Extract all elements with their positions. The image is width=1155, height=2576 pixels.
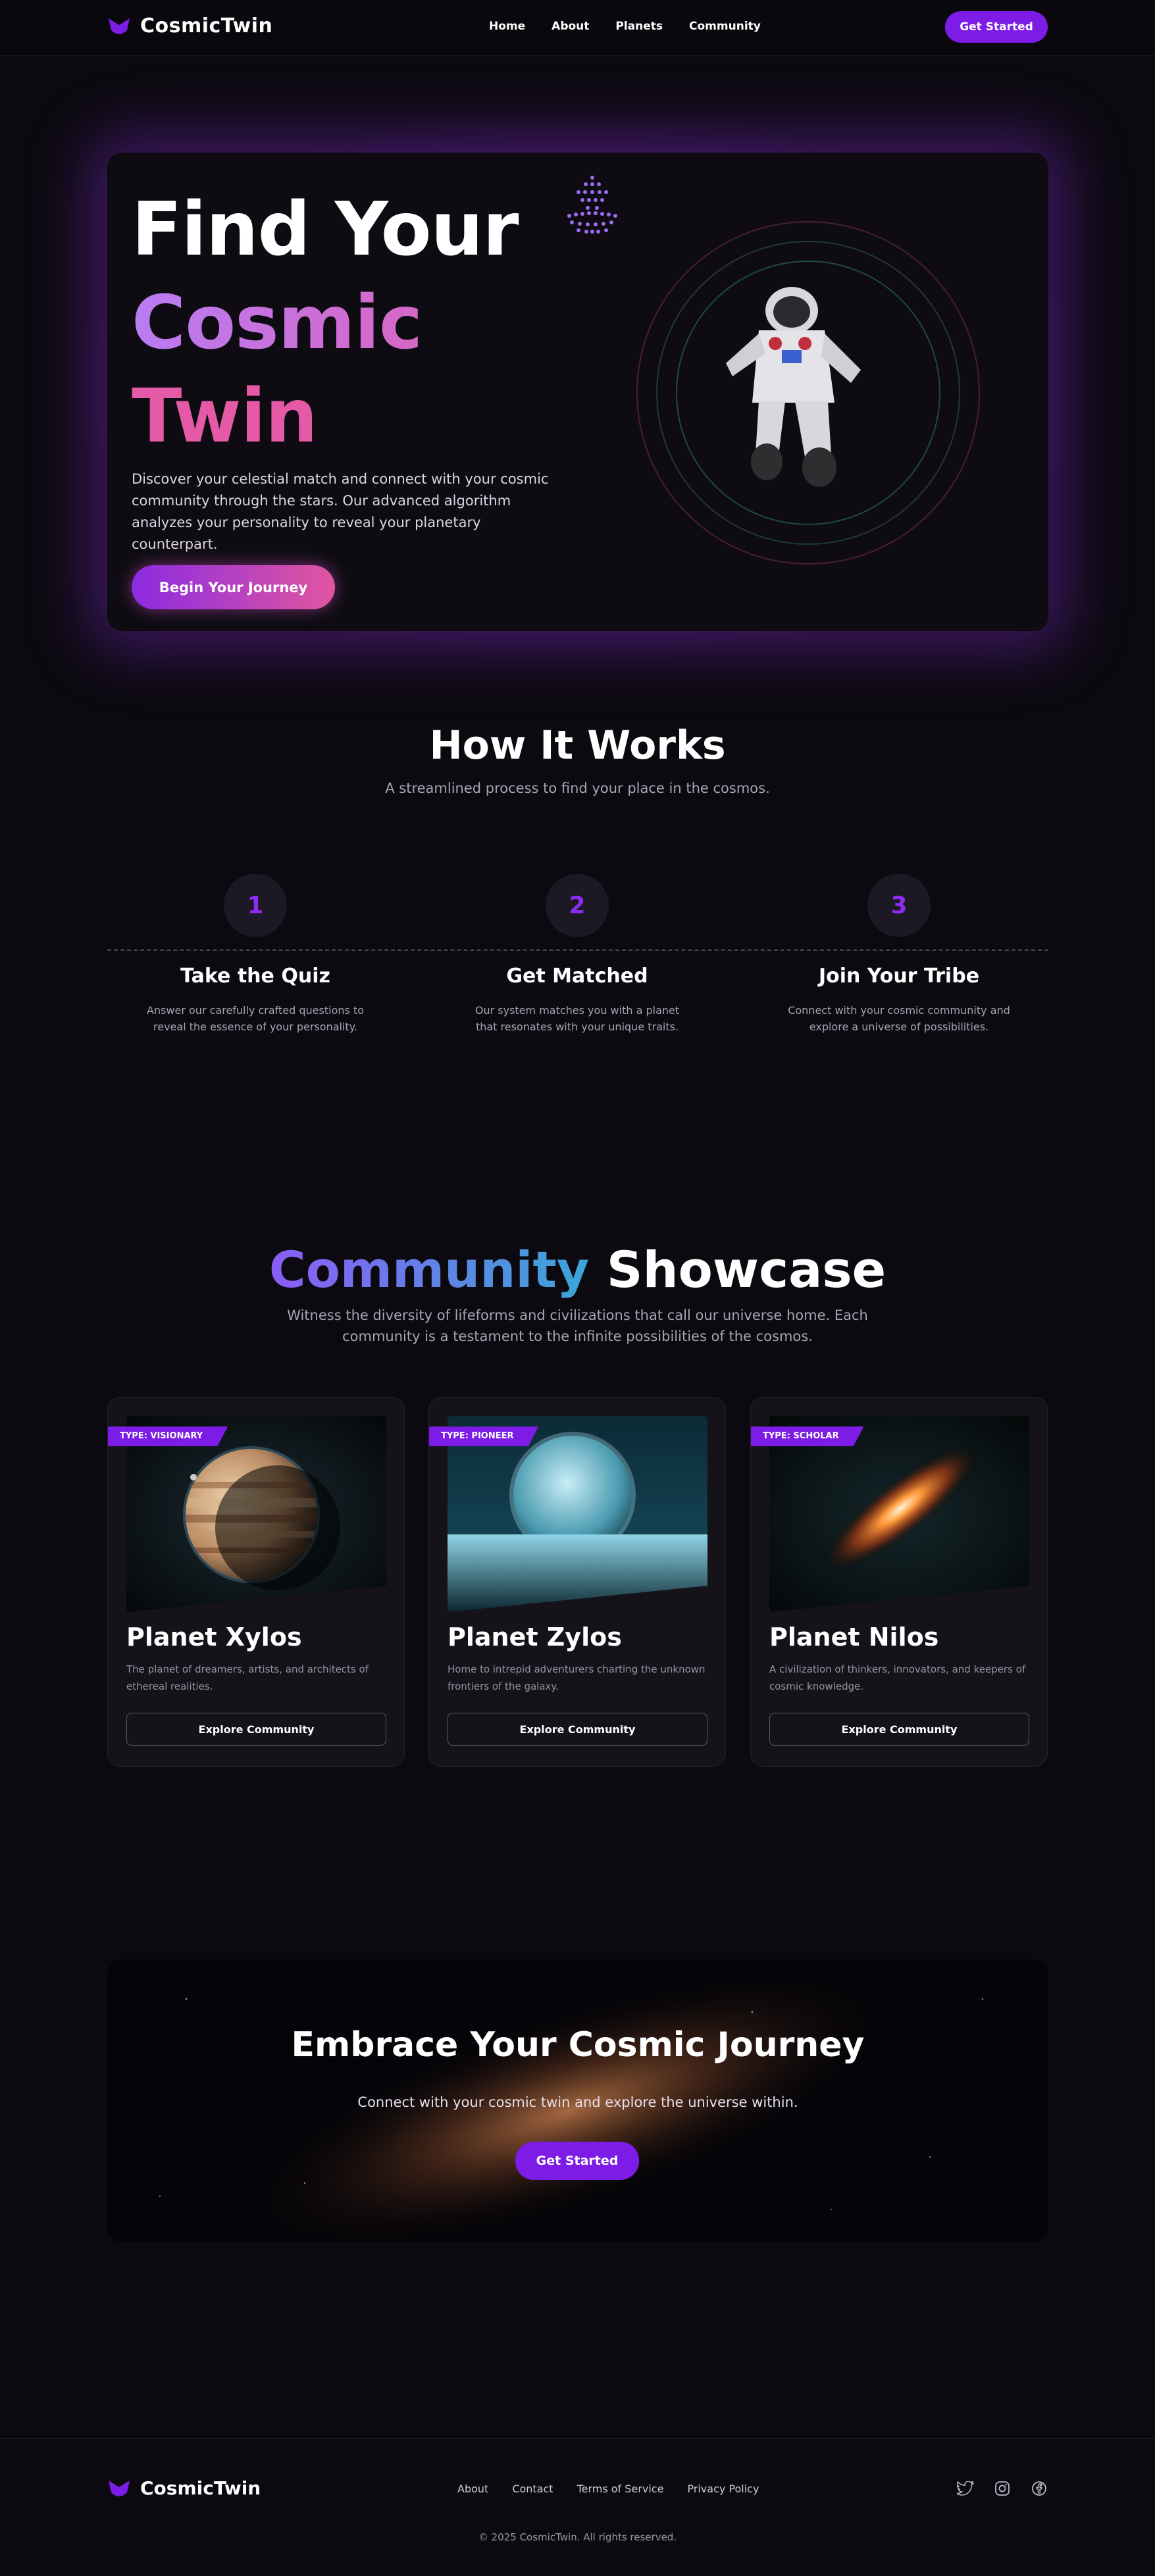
nav-links: Home About Planets Community — [489, 20, 787, 33]
footer-links: About Contact Terms of Service Privacy P… — [457, 2483, 783, 2495]
card-planet-name: Planet Nilos — [769, 1623, 939, 1652]
card-planet-name: Planet Zylos — [448, 1623, 622, 1652]
explore-community-button[interactable]: Explore Community — [448, 1713, 707, 1746]
card-description: A civilization of thinkers, innovators, … — [769, 1663, 1026, 1692]
step-title: Take the Quiz — [180, 965, 330, 988]
community-title-rest: Showcase — [606, 1240, 886, 1299]
step-description: Connect with your cosmic community and e… — [788, 1004, 1010, 1033]
get-started-button[interactable]: Get Started — [945, 11, 1048, 43]
cta-section: Embrace Your Cosmic Journey Connect with… — [107, 1959, 1048, 2242]
nav-link-planets[interactable]: Planets — [615, 20, 663, 33]
footer-logo[interactable]: CosmicTwin — [107, 2477, 261, 2499]
hero-title: Find Your Cosmic Twin — [132, 183, 519, 463]
step-number: 3 — [867, 874, 931, 937]
community-subtitle: Witness the diversity of lifeforms and c… — [287, 1307, 868, 1344]
how-it-works-title: How It Works — [429, 722, 726, 769]
step-3: 3 Join Your Tribe Connect with your cosm… — [761, 874, 1037, 1035]
facebook-icon[interactable] — [1028, 2477, 1050, 2500]
step-2: 2 Get Matched Our system matches you wit… — [439, 874, 715, 1035]
social-links — [954, 2477, 1065, 2500]
nav-link-home[interactable]: Home — [489, 20, 525, 33]
step-title: Get Matched — [506, 965, 648, 988]
explore-community-button[interactable]: Explore Community — [769, 1713, 1029, 1746]
step-number: 2 — [546, 874, 609, 937]
twitter-icon[interactable] — [954, 2477, 977, 2500]
step-description: Our system matches you with a planet tha… — [475, 1004, 680, 1033]
begin-journey-button[interactable]: Begin Your Journey — [132, 565, 335, 609]
hero-title-line1: Find Your — [132, 187, 519, 272]
hero-title-line3: Twin — [132, 374, 318, 459]
community-card-xylos: TYPE: VISIONARY Planet Xylos The planet … — [107, 1397, 405, 1767]
instagram-icon[interactable] — [991, 2477, 1014, 2500]
community-card-zylos: TYPE: PIONEER Planet Zylos Home to intre… — [428, 1397, 726, 1767]
community-title-highlight: Community — [269, 1240, 590, 1299]
cta-title: Embrace Your Cosmic Journey — [291, 2025, 865, 2065]
top-navbar: CosmicTwin Home About Planets Community … — [0, 0, 1155, 56]
cta-get-started-button[interactable]: Get Started — [515, 2142, 639, 2180]
community-card-nilos: TYPE: SCHOLAR Planet Nilos A civilizatio… — [750, 1397, 1048, 1767]
footer-link-privacy[interactable]: Privacy Policy — [687, 2483, 759, 2495]
brand-logo[interactable]: CosmicTwin — [107, 14, 272, 38]
footer-link-terms[interactable]: Terms of Service — [577, 2483, 664, 2495]
community-title: Community Showcase — [0, 1240, 1155, 1299]
how-it-works-subtitle: A streamlined process to find your place… — [385, 780, 770, 796]
footer-brand-name: CosmicTwin — [140, 2477, 261, 2499]
card-type-tag: TYPE: SCHOLAR — [751, 1427, 864, 1446]
nav-link-community[interactable]: Community — [689, 20, 761, 33]
card-type-tag: TYPE: PIONEER — [429, 1427, 538, 1446]
card-description: The planet of dreamers, artists, and arc… — [126, 1663, 369, 1692]
hero-section: Find Your Cosmic Twin Discover your cele… — [107, 153, 1048, 631]
step-description: Answer our carefully crafted questions t… — [147, 1004, 364, 1033]
copyright-text: © 2025 CosmicTwin. All rights reserved. — [478, 2531, 677, 2543]
ufo-dots-icon — [567, 176, 617, 234]
footer: CosmicTwin About Contact Terms of Servic… — [0, 2438, 1155, 2576]
hero-description: Discover your celestial match and connec… — [132, 471, 549, 552]
astronaut-illustration — [726, 287, 861, 487]
logo-icon — [109, 2480, 130, 2496]
brand-name: CosmicTwin — [140, 14, 273, 38]
nav-link-about[interactable]: About — [552, 20, 589, 33]
explore-community-button[interactable]: Explore Community — [126, 1713, 386, 1746]
footer-link-contact[interactable]: Contact — [512, 2483, 553, 2495]
step-title: Join Your Tribe — [818, 965, 980, 988]
card-type-tag: TYPE: VISIONARY — [108, 1427, 228, 1446]
footer-link-about[interactable]: About — [457, 2483, 488, 2495]
step-1: 1 Take the Quiz Answer our carefully cra… — [117, 874, 394, 1035]
cta-subtitle: Connect with your cosmic twin and explor… — [357, 2094, 798, 2110]
hero-title-line2: Cosmic — [132, 276, 519, 370]
card-planet-name: Planet Xylos — [126, 1623, 302, 1652]
card-description: Home to intrepid adventurers charting th… — [448, 1663, 706, 1692]
logo-icon — [109, 18, 130, 34]
step-number: 1 — [224, 874, 287, 937]
